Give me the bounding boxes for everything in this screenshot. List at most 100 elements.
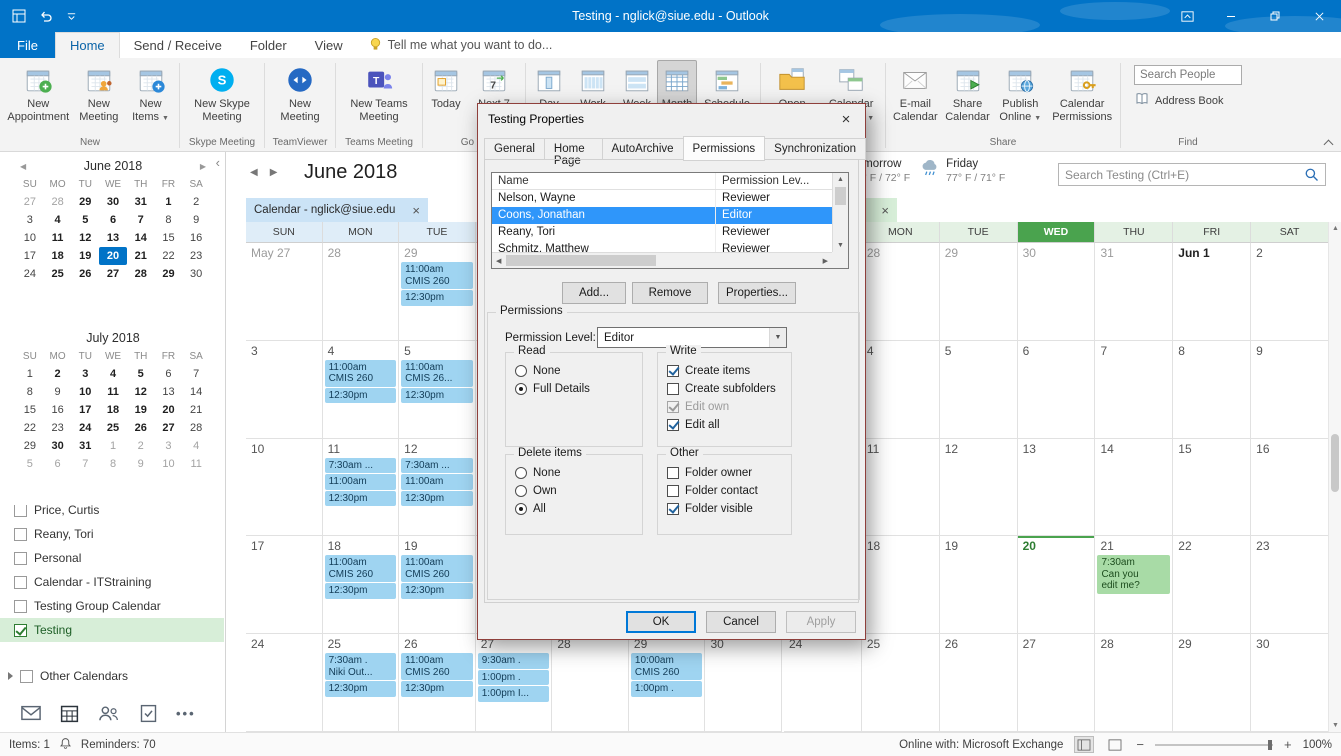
scroll-left-icon[interactable]: ◀ — [496, 257, 501, 265]
mini-day[interactable]: 13 — [99, 229, 127, 247]
list-header[interactable]: Name Permission Lev... — [492, 173, 832, 190]
sidebar-calendar-testing-group-calendar[interactable]: Testing Group Calendar — [0, 594, 224, 618]
checkbox-folder-contact[interactable]: Folder contact — [667, 485, 791, 497]
mini-day[interactable]: 2 — [44, 365, 72, 383]
publish-online-button[interactable]: Publish Online ▼ — [993, 60, 1047, 136]
zoom-in-button[interactable]: + — [1284, 737, 1292, 752]
mini-day[interactable]: 29 — [155, 265, 183, 283]
calendar-event[interactable]: 12:30pm — [401, 388, 473, 404]
mini-day[interactable]: 10 — [16, 229, 44, 247]
column-permission-level[interactable]: Permission Lev... — [715, 173, 832, 189]
day-cell-25[interactable]: 25 — [862, 634, 940, 731]
day-cell-5[interactable]: 511:00amCMIS 26...12:30pm — [399, 341, 476, 438]
calendar-event[interactable]: 12:30pm — [401, 491, 473, 507]
day-cell-7[interactable]: 7 — [1095, 341, 1173, 438]
day-cell-17[interactable]: 17 — [246, 536, 323, 633]
normal-view-button[interactable] — [1074, 736, 1094, 753]
dialog-tab-permissions[interactable]: Permissions — [683, 136, 766, 161]
day-cell-11[interactable]: 11 — [862, 439, 940, 536]
mini-day[interactable]: 12 — [127, 383, 155, 401]
calendar-event[interactable]: 11:00amCMIS 260 — [401, 555, 473, 582]
close-button[interactable] — [1297, 0, 1341, 32]
calendar-event[interactable]: 9:30am . — [478, 653, 550, 669]
calendar-event[interactable]: 12:30pm — [401, 290, 473, 306]
close-calendar-icon[interactable]: × — [412, 204, 420, 217]
calendar-event[interactable]: 7:30amCan youedit me? — [1097, 555, 1170, 594]
sidebar-calendar-calendar-itstraining[interactable]: Calendar - ITStraining — [0, 570, 224, 594]
minimize-button[interactable] — [1209, 0, 1253, 32]
mini-day[interactable]: 27 — [99, 265, 127, 283]
sidebar-calendar-price-curtis[interactable]: Price, Curtis — [0, 505, 224, 522]
list-vertical-scrollbar[interactable]: ▲ ▼ — [832, 173, 848, 252]
calendar-tab-primary[interactable]: Calendar - nglick@siue.edu × — [246, 198, 428, 222]
mini-day[interactable]: 18 — [44, 247, 72, 265]
mini-day[interactable]: 19 — [127, 401, 155, 419]
remove-button[interactable]: Remove — [632, 282, 708, 304]
customize-qat-icon[interactable] — [66, 11, 77, 22]
add-button[interactable]: Add... — [562, 282, 626, 304]
mini-day[interactable]: 3 — [71, 365, 99, 383]
ok-button[interactable]: OK — [626, 611, 696, 633]
day-cell-3[interactable]: 3 — [246, 341, 323, 438]
mini-day[interactable]: 25 — [44, 265, 72, 283]
mini-day[interactable]: 1 — [155, 193, 183, 211]
mini-day[interactable]: 3 — [16, 211, 44, 229]
mini-day[interactable]: 5 — [127, 365, 155, 383]
mini-day[interactable]: 4 — [44, 211, 72, 229]
cancel-button[interactable]: Cancel — [706, 611, 776, 633]
mini-day[interactable]: 20 — [155, 401, 183, 419]
chevron-down-icon[interactable]: ▼ — [769, 328, 786, 347]
mini-day[interactable]: 13 — [155, 383, 183, 401]
expand-triangle-icon[interactable] — [8, 672, 13, 680]
day-cell-22[interactable]: 22 — [1173, 536, 1251, 633]
mini-day[interactable]: 16 — [182, 229, 210, 247]
new-items-button[interactable]: New Items ▼ — [125, 60, 176, 136]
calendar-event[interactable]: 11:00amCMIS 260 — [401, 653, 473, 680]
zoom-level[interactable]: 100% — [1303, 739, 1332, 751]
calendar-event[interactable]: 12:30pm — [325, 388, 397, 404]
mini-day[interactable]: 24 — [16, 265, 44, 283]
search-people-input[interactable]: Search People — [1134, 65, 1242, 85]
mini-day[interactable]: 21 — [182, 401, 210, 419]
mini-day[interactable]: 1 — [16, 365, 44, 383]
mini-day[interactable]: 7 — [71, 455, 99, 473]
new-teams-meeting-button[interactable]: TNew Teams Meeting — [342, 60, 416, 136]
dialog-tab-general[interactable]: General — [484, 138, 545, 160]
mini-day[interactable]: 11 — [99, 383, 127, 401]
calendar-event[interactable]: 12:30pm — [325, 583, 397, 599]
tab-home[interactable]: Home — [55, 32, 120, 58]
new-meeting-button[interactable]: New Meeting — [268, 60, 332, 136]
search-testing-input[interactable]: Search Testing (Ctrl+E) — [1058, 163, 1326, 186]
calendar-checkbox[interactable] — [14, 552, 27, 565]
day-cell-30[interactable]: 30 — [1251, 634, 1329, 731]
mini-day[interactable]: 14 — [127, 229, 155, 247]
prev-month-button[interactable]: ◀ — [20, 162, 26, 171]
dialog-tab-synchronization[interactable]: Synchronization — [764, 138, 866, 160]
dialog-tab-home-page[interactable]: Home Page — [544, 138, 603, 160]
calendar-checkbox[interactable] — [14, 528, 27, 541]
calendar-event[interactable]: 11:00amCMIS 260 — [325, 555, 397, 582]
day-cell-19[interactable]: 19 — [940, 536, 1018, 633]
day-cell-28[interactable]: 28 — [1095, 634, 1173, 731]
day-cell-13[interactable]: 13 — [1018, 439, 1096, 536]
mini-day[interactable]: 30 — [44, 437, 72, 455]
day-cell-jun-1[interactable]: Jun 1 — [1173, 243, 1251, 340]
mini-day[interactable]: 17 — [16, 247, 44, 265]
mini-day[interactable]: 11 — [182, 455, 210, 473]
day-cell-11[interactable]: 117:30am ...11:00am12:30pm — [323, 439, 400, 536]
mini-day[interactable]: 28 — [127, 265, 155, 283]
calendar-event[interactable]: 1:00pm . — [631, 681, 703, 697]
scroll-up-icon[interactable]: ▲ — [1332, 225, 1339, 232]
new-meeting-button[interactable]: New Meeting — [73, 60, 126, 136]
scroll-down-icon[interactable]: ▼ — [1332, 722, 1339, 729]
checkbox-folder-visible[interactable]: Folder visible — [667, 503, 791, 515]
today-button[interactable]: Today — [426, 60, 466, 136]
dialog-tab-autoarchive[interactable]: AutoArchive — [602, 138, 684, 160]
mini-day[interactable]: 24 — [71, 419, 99, 437]
radio-all[interactable]: All — [515, 503, 642, 515]
mini-day[interactable]: 4 — [99, 365, 127, 383]
mini-day[interactable]: 8 — [155, 211, 183, 229]
minimize-folder-pane-icon[interactable]: ‹ — [216, 156, 220, 169]
sidebar-calendar-testing[interactable]: Testing — [0, 618, 224, 642]
vertical-scrollbar[interactable]: ▲ ▼ — [1328, 222, 1341, 732]
